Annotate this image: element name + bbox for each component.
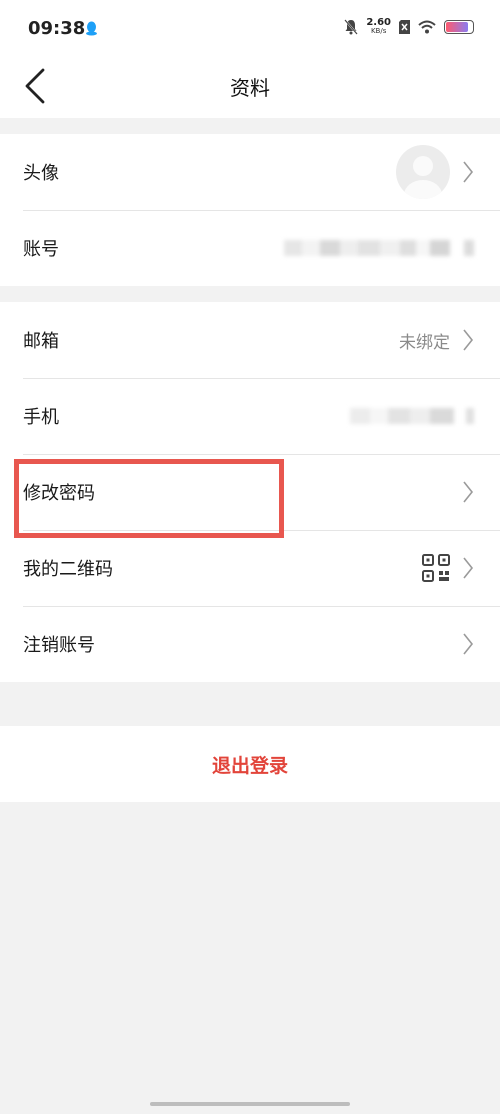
phone-label: 手机: [23, 407, 59, 428]
delete-account-row[interactable]: 注销账号: [0, 606, 500, 682]
logout-button[interactable]: 退出登录: [0, 726, 500, 802]
account-label: 账号: [23, 239, 59, 260]
chevron-right-icon: [463, 633, 474, 655]
phone-row[interactable]: 手机: [0, 378, 500, 454]
chevron-right-icon: [463, 329, 474, 351]
net-speed-unit: KB/s: [370, 27, 387, 35]
delete-account-label: 注销账号: [23, 635, 95, 656]
email-label: 邮箱: [23, 331, 59, 352]
profile-group: 头像 账号: [0, 134, 500, 286]
battery-icon: [444, 20, 474, 34]
nav-bar: 资料: [0, 60, 500, 118]
avatar-label: 头像: [23, 163, 59, 184]
qr-code-icon: [422, 554, 450, 582]
contact-group: 邮箱 未绑定 手机 修改密码 我的二维码 注销账号: [0, 302, 500, 682]
change-password-row[interactable]: 修改密码: [0, 454, 500, 530]
net-speed-value: 2.60: [366, 17, 391, 28]
sim-icon: [399, 20, 410, 34]
phone-value-mosaic: [350, 401, 474, 431]
qrcode-row[interactable]: 我的二维码: [0, 530, 500, 606]
mute-bell-icon: [344, 19, 359, 35]
qrcode-label: 我的二维码: [23, 559, 113, 580]
chevron-right-icon: [463, 557, 474, 579]
avatar: [396, 145, 450, 199]
home-indicator[interactable]: [150, 1102, 350, 1106]
status-bar: 09:38 2.60 KB/s: [0, 0, 500, 60]
change-password-label: 修改密码: [23, 483, 95, 504]
qq-icon: [86, 21, 97, 36]
status-icons: 2.60 KB/s: [344, 18, 474, 36]
email-row[interactable]: 邮箱 未绑定: [0, 302, 500, 378]
chevron-right-icon: [463, 161, 474, 183]
battery-fill: [446, 22, 468, 32]
default-avatar-icon: [404, 156, 442, 199]
email-value: 未绑定: [399, 332, 450, 353]
net-speed: 2.60 KB/s: [366, 18, 391, 36]
chevron-right-icon: [463, 481, 474, 503]
account-value-mosaic: [284, 233, 474, 263]
page-title: 资料: [230, 76, 270, 100]
avatar-row[interactable]: 头像: [0, 134, 500, 210]
account-row[interactable]: 账号: [0, 210, 500, 286]
wifi-icon: [418, 20, 436, 34]
status-time: 09:38: [28, 18, 86, 39]
logout-label: 退出登录: [211, 754, 288, 777]
